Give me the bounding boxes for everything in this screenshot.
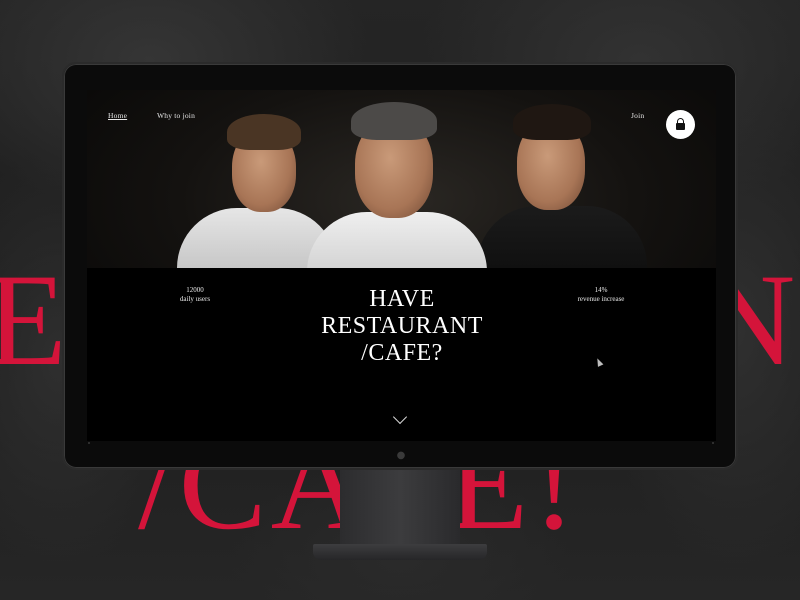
mouse-cursor-icon [594,357,604,367]
stat-daily-users: 12000 daily users [155,286,235,304]
stat-label: revenue increase [577,295,625,303]
chevron-down-icon[interactable] [392,409,408,425]
background-letter-left: E [0,246,71,393]
stat-value: 12000 [186,286,204,294]
apple-logo-icon: ● [396,450,406,461]
imac-monitor: Home Why to join Join 12000 daily users … [62,62,738,470]
headline-line-1: HAVE [369,286,435,312]
headline-line-2: RESTAURANT [321,313,483,339]
nav-why-to-join-link[interactable]: Why to join [157,111,195,120]
bezel-dot [88,442,90,444]
bezel-dot [712,442,714,444]
stat-value: 14% [594,286,608,294]
headline-line-3: /CAFE? [361,340,443,366]
nav-join-link[interactable]: Join [631,111,644,120]
login-button[interactable] [666,110,695,139]
monitor-stand [340,468,460,550]
website-screen: Home Why to join Join 12000 daily users … [87,90,716,441]
stat-label: daily users [179,295,211,303]
nav-home-link[interactable]: Home [108,111,127,120]
page-headline: HAVE RESTAURANT /CAFE? [257,286,547,367]
stat-revenue-increase: 14% revenue increase [561,286,641,304]
monitor-stand-base [313,544,487,560]
